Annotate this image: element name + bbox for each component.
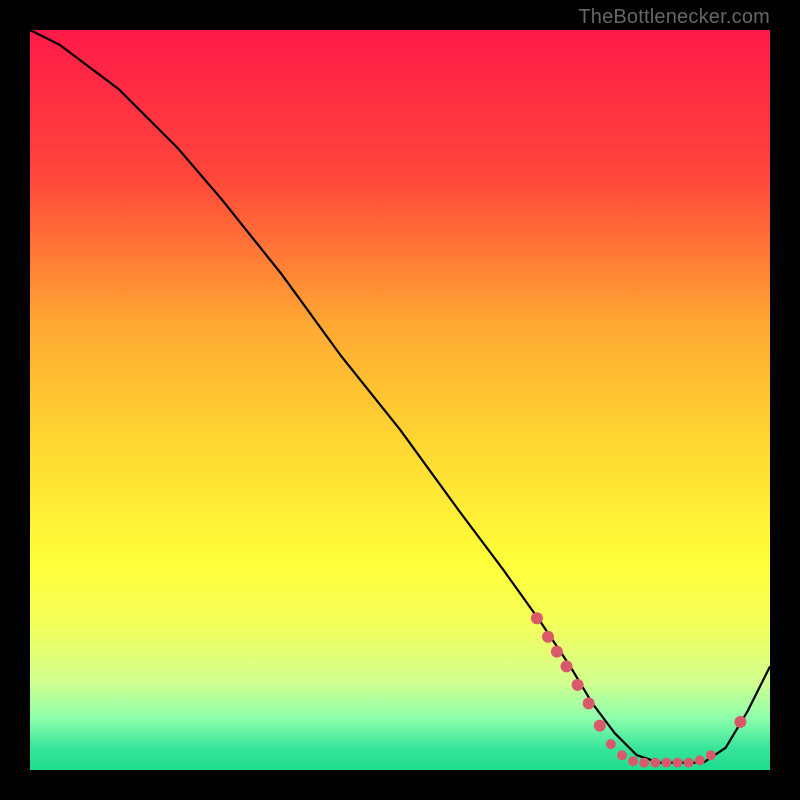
curve-marker <box>617 750 627 760</box>
curve-marker <box>594 720 606 732</box>
curve-marker <box>673 758 683 768</box>
curve-marker <box>695 755 705 765</box>
curve-marker <box>706 750 716 760</box>
chart-frame: TheBottlenecker.com <box>0 0 800 800</box>
curve-marker <box>661 758 671 768</box>
curve-marker <box>572 679 584 691</box>
curve-marker <box>531 612 543 624</box>
curve-marker <box>650 758 660 768</box>
curve-marker <box>734 716 746 728</box>
bottleneck-chart <box>30 30 770 770</box>
curve-marker <box>628 756 638 766</box>
watermark-text: TheBottlenecker.com <box>578 6 770 29</box>
curve-marker <box>606 739 616 749</box>
curve-marker <box>684 758 694 768</box>
curve-marker <box>583 697 595 709</box>
curve-marker <box>542 631 554 643</box>
curve-marker <box>561 660 573 672</box>
curve-marker <box>551 646 563 658</box>
gradient-rect <box>30 30 770 770</box>
curve-marker <box>639 758 649 768</box>
